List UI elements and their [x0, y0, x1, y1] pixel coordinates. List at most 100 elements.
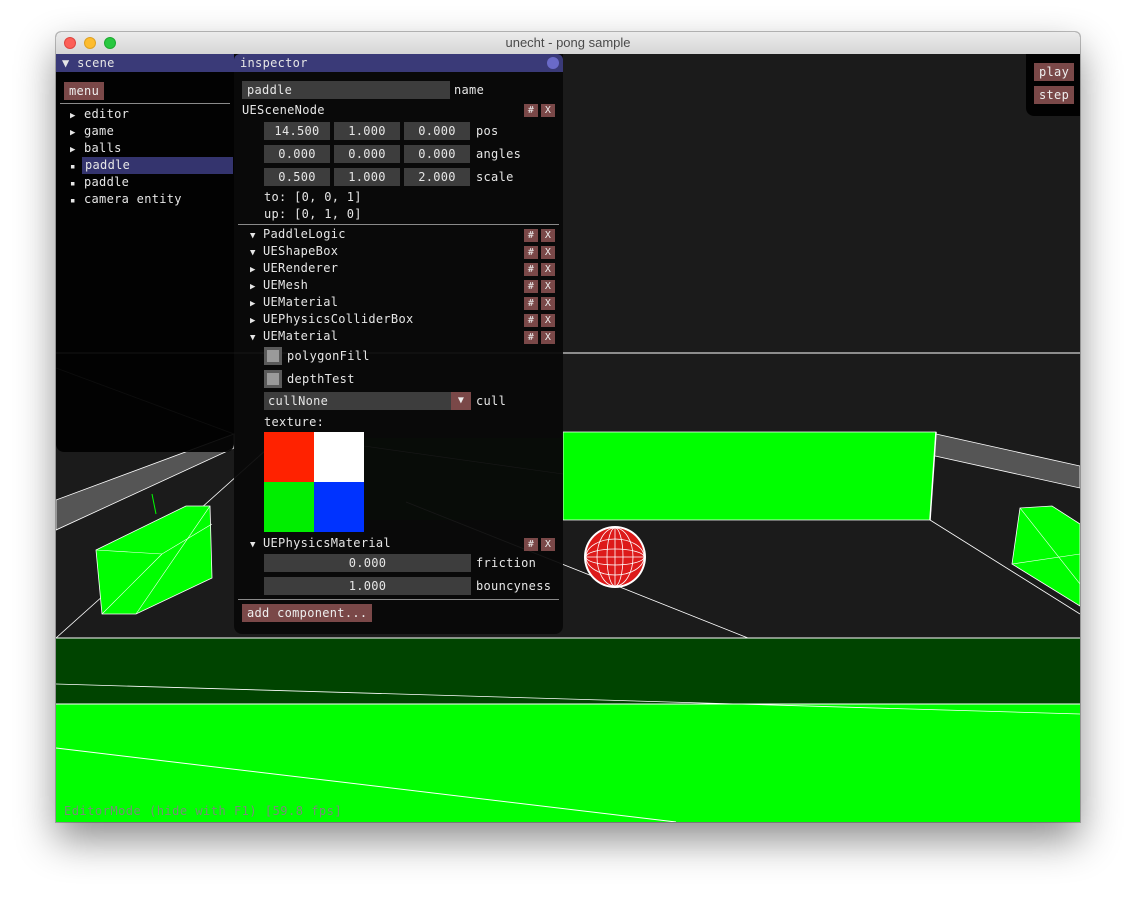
bouncyness-label: bouncyness: [476, 579, 552, 593]
remove-button[interactable]: X: [541, 229, 555, 242]
texture-cell-white: [314, 432, 364, 482]
tree-item-label: paddle: [85, 158, 131, 172]
tree-item-label: camera entity: [84, 192, 182, 206]
depth-test-label: depthTest: [287, 372, 355, 386]
tree-item-camera-entity[interactable]: ▪ camera entity: [70, 191, 230, 208]
tree-item-game[interactable]: ▶ game: [70, 123, 230, 140]
component-label: UEMaterial: [263, 295, 339, 309]
hash-button[interactable]: #: [524, 280, 538, 293]
angles-label: angles: [476, 147, 522, 161]
tree-item-paddle[interactable]: ▪ paddle: [70, 174, 230, 191]
hash-button[interactable]: #: [524, 229, 538, 242]
angles-z-field[interactable]: 0.000: [404, 145, 470, 163]
menu-button[interactable]: menu: [64, 82, 105, 100]
texture-cell-green: [264, 482, 314, 532]
angles-y-field[interactable]: 0.000: [334, 145, 400, 163]
hash-button[interactable]: #: [524, 538, 538, 551]
scale-label: scale: [476, 170, 514, 184]
angles-x-field[interactable]: 0.000: [264, 145, 330, 163]
collapse-triangle-icon[interactable]: ▼: [62, 56, 70, 70]
remove-button[interactable]: X: [541, 280, 555, 293]
texture-label: texture:: [264, 415, 325, 429]
cull-label: cull: [476, 394, 507, 408]
collapse-triangle-icon[interactable]: ▼: [250, 330, 263, 347]
minimize-window-button[interactable]: [84, 37, 96, 49]
remove-button[interactable]: X: [541, 538, 555, 551]
window-title: unecht - pong sample: [505, 35, 631, 50]
component-uemesh[interactable]: ▶ UEMesh: [250, 277, 308, 294]
to-vector: to: [0, 0, 1]: [264, 190, 362, 204]
component-uematerial[interactable]: ▶ UEMaterial: [250, 294, 338, 311]
component-label: UEPhysicsMaterial: [263, 536, 391, 550]
component-label: PaddleLogic: [263, 227, 346, 241]
polygon-fill-label: polygonFill: [287, 349, 370, 363]
inspector-close-icon[interactable]: [547, 57, 559, 69]
remove-button[interactable]: X: [541, 297, 555, 310]
inspector-title[interactable]: inspector: [234, 54, 563, 72]
pos-label: pos: [476, 124, 499, 138]
step-button[interactable]: step: [1034, 86, 1075, 104]
component-uerenderer[interactable]: ▶ UERenderer: [250, 260, 338, 277]
depth-test-checkbox[interactable]: [264, 370, 282, 388]
chevron-down-icon[interactable]: ▼: [451, 392, 471, 410]
component-uephysicscolliderbox[interactable]: ▶ UEPhysicsColliderBox: [250, 311, 414, 328]
component-paddlelogic[interactable]: ▼ PaddleLogic: [250, 226, 346, 243]
hash-button[interactable]: #: [524, 263, 538, 276]
friction-label: friction: [476, 556, 537, 570]
divider: [238, 224, 559, 225]
pos-z-field[interactable]: 0.000: [404, 122, 470, 140]
remove-button[interactable]: X: [541, 246, 555, 259]
polygon-fill-checkbox[interactable]: [264, 347, 282, 365]
editor-status-text: EditorMode (hide with F1) [59.8 fps]: [64, 804, 343, 818]
cull-select[interactable]: cullNone: [264, 392, 471, 410]
remove-button[interactable]: X: [541, 104, 555, 117]
texture-cell-blue: [314, 482, 364, 532]
close-window-button[interactable]: [64, 37, 76, 49]
up-vector: up: [0, 1, 0]: [264, 207, 362, 221]
scene-node-label: UESceneNode: [242, 103, 325, 117]
tree-item-label: balls: [84, 141, 122, 155]
hash-button[interactable]: #: [524, 331, 538, 344]
component-ueshapebox[interactable]: ▼ UEShapeBox: [250, 243, 338, 260]
hash-button[interactable]: #: [524, 104, 538, 117]
component-label: UEMaterial: [263, 329, 339, 343]
scene-panel-title[interactable]: ▼ scene: [56, 54, 234, 72]
scale-x-field[interactable]: 0.500: [264, 168, 330, 186]
tree-item-paddle-selected[interactable]: paddle: [82, 157, 233, 174]
tree-item-balls[interactable]: ▶ balls: [70, 140, 230, 157]
collapse-triangle-icon[interactable]: ▼: [250, 537, 263, 554]
scene-title-label: scene: [77, 56, 115, 70]
add-component-button[interactable]: add component...: [242, 604, 373, 622]
tree-item-label: editor: [84, 107, 130, 121]
component-uephysicsmaterial[interactable]: ▼ UEPhysicsMaterial: [250, 535, 391, 552]
component-uematerial-expanded[interactable]: ▼ UEMaterial: [250, 328, 338, 345]
component-label: UEMesh: [263, 278, 309, 292]
play-button[interactable]: play: [1034, 63, 1075, 81]
divider: [238, 599, 559, 600]
pos-y-field[interactable]: 1.000: [334, 122, 400, 140]
name-label: name: [454, 83, 485, 97]
playback-panel: play step: [1026, 54, 1080, 116]
name-field[interactable]: paddle: [242, 81, 450, 99]
app-window: unecht - pong sample ▼ scene menu ▶ edit…: [56, 32, 1080, 822]
remove-button[interactable]: X: [541, 331, 555, 344]
hash-button[interactable]: #: [524, 314, 538, 327]
scene-panel: ▼ scene menu ▶ editor ▶ game ▶ balls ▪ padd…: [56, 54, 234, 452]
tree-item-label: paddle: [84, 175, 130, 189]
inspector-panel: inspector paddle name UESceneNode # X 14…: [234, 54, 563, 634]
remove-button[interactable]: X: [541, 263, 555, 276]
bouncyness-field[interactable]: 1.000: [264, 577, 471, 595]
remove-button[interactable]: X: [541, 314, 555, 327]
tree-item-editor[interactable]: ▶ editor: [70, 106, 230, 123]
zoom-window-button[interactable]: [104, 37, 116, 49]
game-viewport[interactable]: ▼ scene menu ▶ editor ▶ game ▶ balls ▪ padd…: [56, 54, 1080, 822]
scale-z-field[interactable]: 2.000: [404, 168, 470, 186]
hash-button[interactable]: #: [524, 246, 538, 259]
pos-x-field[interactable]: 14.500: [264, 122, 330, 140]
texture-cell-red: [264, 432, 314, 482]
component-label: UEPhysicsColliderBox: [263, 312, 414, 326]
hash-button[interactable]: #: [524, 297, 538, 310]
tree-item-label: game: [84, 124, 115, 138]
friction-field[interactable]: 0.000: [264, 554, 471, 572]
scale-y-field[interactable]: 1.000: [334, 168, 400, 186]
